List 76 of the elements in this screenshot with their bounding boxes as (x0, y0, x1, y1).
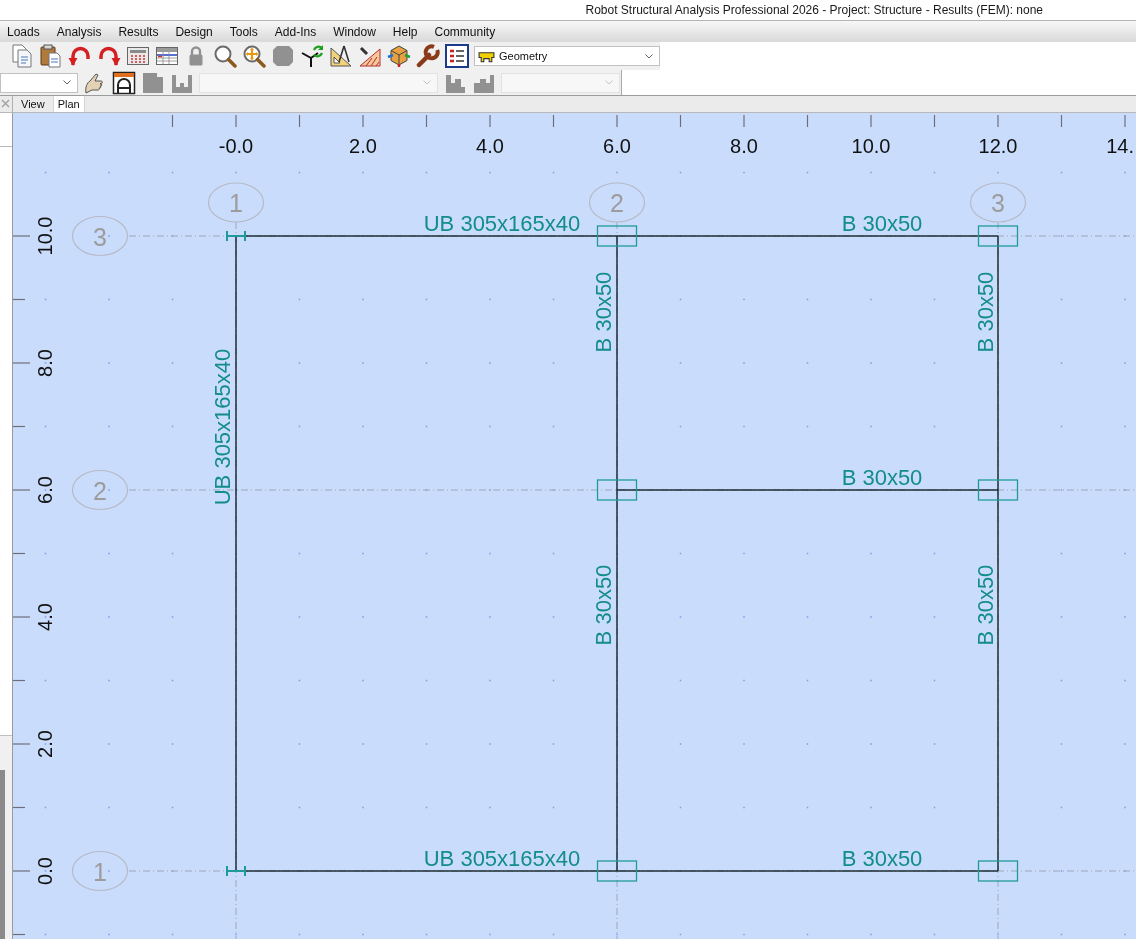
ruler-label: 12.0 (978, 135, 1018, 157)
hatched-triangle-icon[interactable] (358, 44, 382, 68)
member-label: B 30x50 (841, 845, 923, 871)
clipboard-icon[interactable] (39, 44, 63, 68)
undo-icon[interactable] (68, 44, 92, 68)
redo-icon[interactable] (97, 44, 121, 68)
axis-bubble (207, 182, 265, 223)
member-label: UB 305x165x40 (423, 210, 581, 236)
chevron-icon (63, 80, 71, 85)
spreadsheet-icon[interactable] (155, 44, 179, 68)
axis-number: 2 (610, 189, 624, 217)
calculator-icon[interactable] (126, 44, 150, 68)
axis-bubble (588, 182, 646, 223)
zoom-pan-icon[interactable] (242, 44, 266, 68)
bench-icon (478, 49, 495, 63)
section-marker-icon (977, 860, 1019, 882)
ruler-label: 2.0 (349, 135, 377, 157)
member-label: B 30x50 (972, 564, 998, 646)
document-copy-icon[interactable] (10, 44, 34, 68)
menu-item[interactable]: Design (175, 23, 213, 40)
member-label: UB 305x165x40 (423, 845, 581, 871)
ruler-label: 6.0 (603, 135, 631, 157)
ruler-label: 2.0 (34, 730, 56, 758)
menu-item[interactable]: Results (118, 23, 159, 40)
axis-bubble (969, 182, 1027, 223)
member-label: B 30x50 (841, 464, 923, 490)
ruler-label: 4.0 (34, 603, 56, 631)
dropdown[interactable]: Geometry (474, 46, 660, 66)
member-label: B 30x50 (841, 210, 923, 236)
ruler-label: 10.0 (851, 135, 891, 157)
ruler-label: 14. (1106, 135, 1134, 157)
scrollbar-thumb[interactable] (0, 770, 5, 939)
wrench-icon[interactable] (416, 44, 440, 68)
section-marker-icon (977, 225, 1019, 247)
axis-bubble (71, 850, 129, 892)
window-title: Robot Structural Analysis Professional 2026 - Project: Structure - Results (FEM): none (585, 3, 1043, 17)
axis-bubble (71, 215, 129, 257)
frame-window-icon[interactable] (112, 70, 136, 95)
menu-item[interactable]: Community (434, 23, 496, 40)
member-label: B 30x50 (590, 271, 616, 353)
ruler-label: -0.0 (218, 135, 254, 157)
menu-item[interactable]: Analysis (56, 23, 102, 40)
menu-item[interactable]: Loads (7, 23, 40, 40)
i-section-icon (225, 230, 247, 242)
axis-number: 3 (991, 189, 1005, 217)
axis-number: 1 (93, 858, 107, 886)
section-marker-icon (596, 225, 638, 247)
ruler-label: 0.0 (34, 857, 56, 885)
section-marker-icon (596, 860, 638, 882)
member-label: B 30x50 (972, 271, 998, 353)
node-arrows-icon[interactable] (300, 44, 324, 68)
i-section-icon (225, 865, 247, 877)
menu-item[interactable]: Help (392, 23, 418, 40)
axis-number: 2 (93, 477, 107, 505)
menu-item[interactable]: Tools (229, 23, 258, 40)
chevron-icon (605, 80, 613, 85)
cube-icon[interactable] (387, 44, 411, 68)
chevron-icon (423, 80, 431, 85)
ruler-label: 8.0 (730, 135, 758, 157)
chevron-icon (645, 53, 653, 59)
section-marker-icon (596, 479, 638, 501)
axis-number: 1 (229, 189, 243, 217)
ruler-label: 6.0 (34, 476, 56, 504)
list-window-icon[interactable] (445, 44, 469, 68)
ruler-label: 8.0 (34, 349, 56, 377)
ruler-label: 10.0 (34, 216, 56, 256)
menu-item[interactable]: Add-Ins (274, 23, 317, 40)
tab[interactable]: Plan (52, 96, 85, 112)
member-label: B 30x50 (590, 564, 616, 646)
menu-item[interactable]: Window (333, 23, 376, 40)
ruler-label: 4.0 (476, 135, 504, 157)
axis-bubble (71, 469, 129, 511)
section-marker-icon (977, 479, 1019, 501)
axis-number: 3 (93, 223, 107, 251)
member-label: UB 305x165x40 (209, 348, 235, 506)
zoom-icon[interactable] (213, 44, 237, 68)
